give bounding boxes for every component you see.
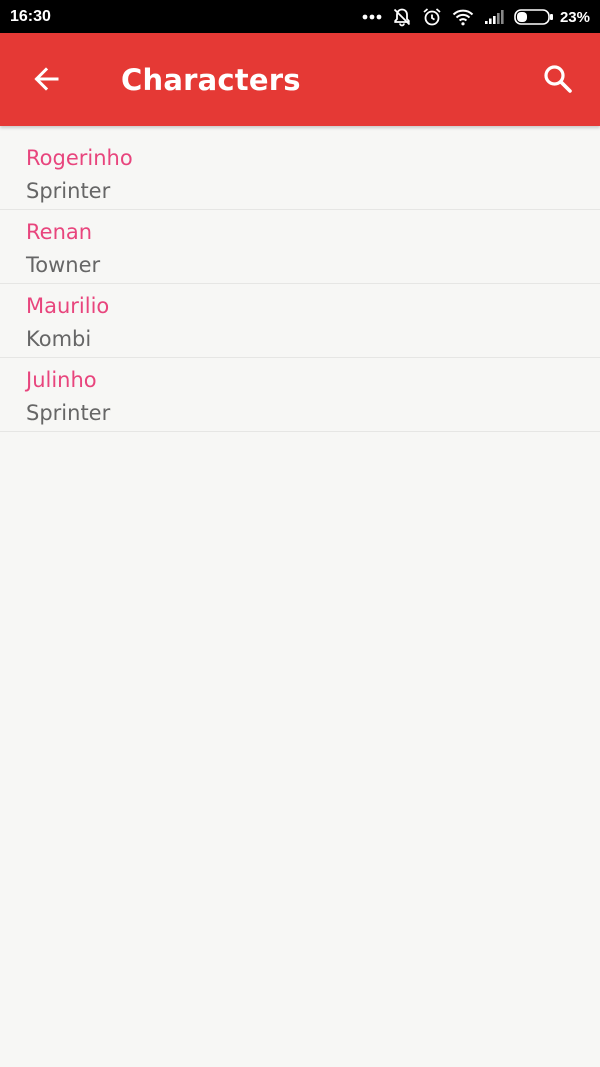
page-title: Characters	[121, 63, 301, 97]
signal-icon	[484, 9, 504, 25]
battery-icon	[514, 9, 554, 25]
characters-list: Rogerinho Sprinter Renan Towner Maurilio…	[0, 136, 600, 432]
list-item[interactable]: Rogerinho Sprinter	[0, 136, 600, 210]
search-button[interactable]	[530, 53, 586, 109]
more-dots-icon	[362, 14, 382, 20]
search-icon	[542, 63, 574, 99]
alarm-icon	[422, 7, 442, 27]
app-bar: Characters	[0, 33, 600, 126]
notifications-off-icon	[392, 7, 412, 27]
character-name: Julinho	[26, 368, 97, 392]
list-item[interactable]: Renan Towner	[0, 210, 600, 284]
list-item[interactable]: Maurilio Kombi	[0, 284, 600, 358]
character-vehicle: Towner	[26, 253, 101, 277]
status-bar: 16:30 23%	[0, 0, 600, 33]
status-time: 16:30	[10, 8, 51, 25]
back-button[interactable]	[18, 53, 74, 109]
character-name: Maurilio	[26, 294, 110, 318]
character-vehicle: Sprinter	[26, 401, 111, 425]
wifi-icon	[452, 8, 474, 26]
status-icons: 23%	[352, 6, 590, 28]
list-item[interactable]: Julinho Sprinter	[0, 358, 600, 432]
character-name: Rogerinho	[26, 146, 133, 170]
character-vehicle: Sprinter	[26, 179, 111, 203]
character-name: Renan	[26, 220, 93, 244]
battery-percent: 23%	[559, 8, 590, 26]
arrow-back-icon	[32, 65, 60, 97]
character-vehicle: Kombi	[26, 327, 92, 351]
